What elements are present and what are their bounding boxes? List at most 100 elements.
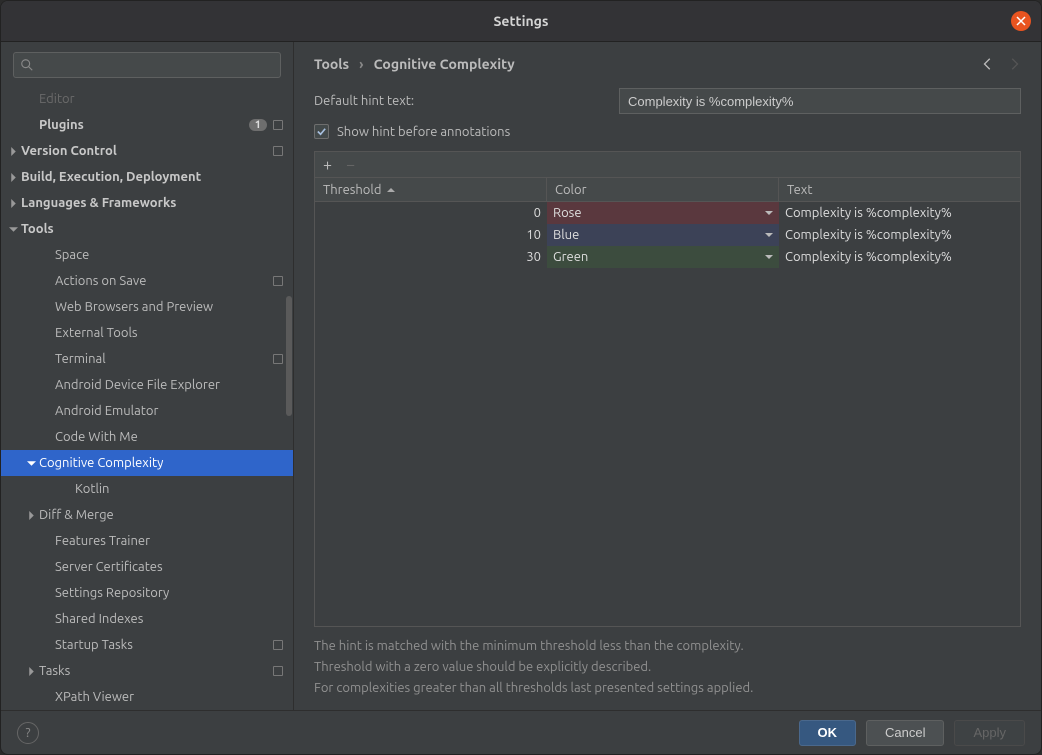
chevron-right-icon: › bbox=[359, 56, 363, 72]
sidebar-item-cognitive-complexity[interactable]: Cognitive Complexity bbox=[1, 450, 293, 476]
sidebar-item-tools[interactable]: Tools bbox=[1, 216, 293, 242]
sidebar-item-code-with-me[interactable]: Code With Me bbox=[1, 424, 293, 450]
color-cell[interactable]: Green bbox=[547, 246, 779, 268]
config-scope-icon bbox=[273, 354, 283, 364]
sidebar-item-label: Space bbox=[55, 248, 283, 262]
text-cell[interactable]: Complexity is %complexity% bbox=[779, 224, 1020, 246]
default-hint-input[interactable] bbox=[619, 88, 1021, 114]
sidebar-item-label: Server Certificates bbox=[55, 560, 283, 574]
sidebar-item-terminal[interactable]: Terminal bbox=[1, 346, 293, 372]
show-hint-checkbox[interactable] bbox=[314, 124, 329, 139]
sidebar-item-android-emulator[interactable]: Android Emulator bbox=[1, 398, 293, 424]
sidebar-item-label: Editor bbox=[39, 92, 283, 106]
sidebar-item-label: Languages & Frameworks bbox=[21, 196, 283, 210]
sidebar-item-build-execution-deployment[interactable]: Build, Execution, Deployment bbox=[1, 164, 293, 190]
expand-icon[interactable] bbox=[23, 667, 39, 676]
settings-tree[interactable]: Editor Plugins1 Version Control Build, Exec… bbox=[1, 86, 293, 710]
show-hint-label[interactable]: Show hint before annotations bbox=[337, 125, 510, 139]
sidebar-item-actions-on-save[interactable]: Actions on Save bbox=[1, 268, 293, 294]
text-header[interactable]: Text bbox=[779, 178, 1020, 201]
sidebar-item-external-tools[interactable]: External Tools bbox=[1, 320, 293, 346]
add-button[interactable]: + bbox=[323, 157, 332, 173]
color-header[interactable]: Color bbox=[547, 178, 779, 201]
close-button[interactable] bbox=[1011, 11, 1031, 31]
nav-back-icon[interactable] bbox=[981, 57, 995, 71]
sidebar-item-label: Tools bbox=[21, 222, 283, 236]
sidebar-item-label: Cognitive Complexity bbox=[39, 456, 283, 470]
breadcrumb-parent[interactable]: Tools bbox=[314, 56, 349, 72]
threshold-header[interactable]: Threshold bbox=[315, 178, 547, 201]
table-body: 0RoseComplexity is %complexity%10BlueCom… bbox=[315, 202, 1020, 626]
sidebar-item-label: Diff & Merge bbox=[39, 508, 283, 522]
apply-button[interactable]: Apply bbox=[954, 720, 1025, 746]
sidebar-item-label: Android Device File Explorer bbox=[55, 378, 283, 392]
search-input[interactable] bbox=[13, 52, 281, 78]
check-icon bbox=[316, 126, 327, 137]
expand-icon[interactable] bbox=[5, 147, 21, 156]
sidebar-item-space[interactable]: Space bbox=[1, 242, 293, 268]
thresholds-table: + − Threshold Color Text 0RoseComplexity… bbox=[314, 151, 1021, 627]
sidebar-item-kotlin[interactable]: Kotlin bbox=[1, 476, 293, 502]
sidebar-item-label: XPath Viewer bbox=[55, 690, 283, 704]
sidebar-item-tasks[interactable]: Tasks bbox=[1, 658, 293, 684]
expand-icon[interactable] bbox=[23, 459, 39, 468]
text-cell[interactable]: Complexity is %complexity% bbox=[779, 246, 1020, 268]
help-text: The hint is matched with the minimum thr… bbox=[314, 637, 1021, 700]
sidebar-item-version-control[interactable]: Version Control bbox=[1, 138, 293, 164]
color-cell[interactable]: Rose bbox=[547, 202, 779, 224]
expand-icon[interactable] bbox=[5, 199, 21, 208]
sidebar-item-features-trainer[interactable]: Features Trainer bbox=[1, 528, 293, 554]
sidebar-item-languages-frameworks[interactable]: Languages & Frameworks bbox=[1, 190, 293, 216]
chevron-down-icon bbox=[765, 206, 773, 220]
remove-button[interactable]: − bbox=[346, 157, 355, 173]
expand-icon[interactable] bbox=[5, 173, 21, 182]
close-icon bbox=[1016, 16, 1026, 26]
text-cell[interactable]: Complexity is %complexity% bbox=[779, 202, 1020, 224]
cancel-button[interactable]: Cancel bbox=[866, 720, 944, 746]
table-row[interactable]: 30GreenComplexity is %complexity% bbox=[315, 246, 1020, 268]
nav-forward-icon bbox=[1007, 57, 1021, 71]
sidebar-item-label: Actions on Save bbox=[55, 274, 273, 288]
config-scope-icon bbox=[273, 640, 283, 650]
sidebar-item-label: Version Control bbox=[21, 144, 273, 158]
sidebar-item-label: Android Emulator bbox=[55, 404, 283, 418]
color-cell[interactable]: Blue bbox=[547, 224, 779, 246]
sidebar: Editor Plugins1 Version Control Build, Exec… bbox=[1, 42, 294, 710]
sidebar-item-label: Tasks bbox=[39, 664, 273, 678]
sidebar-item-android-device-file-explorer[interactable]: Android Device File Explorer bbox=[1, 372, 293, 398]
sidebar-item-editor[interactable]: Editor bbox=[1, 86, 293, 112]
sidebar-item-label: Kotlin bbox=[75, 482, 283, 496]
sidebar-item-label: Plugins bbox=[39, 118, 249, 132]
ok-button[interactable]: OK bbox=[799, 720, 857, 746]
scrollbar[interactable] bbox=[286, 296, 292, 416]
breadcrumb: Tools › Cognitive Complexity bbox=[314, 56, 1021, 72]
sidebar-item-server-certificates[interactable]: Server Certificates bbox=[1, 554, 293, 580]
content-area: Editor Plugins1 Version Control Build, Exec… bbox=[1, 41, 1041, 710]
settings-window: Settings Editor Plugins1 Version Control Bu… bbox=[0, 0, 1042, 755]
titlebar: Settings bbox=[1, 1, 1041, 41]
sidebar-item-plugins[interactable]: Plugins1 bbox=[1, 112, 293, 138]
config-scope-icon bbox=[273, 276, 283, 286]
sidebar-item-shared-indexes[interactable]: Shared Indexes bbox=[1, 606, 293, 632]
chevron-down-icon bbox=[765, 250, 773, 264]
table-row[interactable]: 0RoseComplexity is %complexity% bbox=[315, 202, 1020, 224]
expand-icon[interactable] bbox=[23, 511, 39, 520]
default-hint-label: Default hint text: bbox=[314, 94, 619, 108]
sidebar-item-settings-repository[interactable]: Settings Repository bbox=[1, 580, 293, 606]
threshold-cell[interactable]: 0 bbox=[315, 202, 547, 224]
table-row[interactable]: 10BlueComplexity is %complexity% bbox=[315, 224, 1020, 246]
sidebar-item-label: Features Trainer bbox=[55, 534, 283, 548]
sidebar-item-startup-tasks[interactable]: Startup Tasks bbox=[1, 632, 293, 658]
expand-icon[interactable] bbox=[5, 225, 21, 234]
threshold-cell[interactable]: 30 bbox=[315, 246, 547, 268]
sidebar-item-label: Shared Indexes bbox=[55, 612, 283, 626]
config-scope-icon bbox=[273, 146, 283, 156]
threshold-cell[interactable]: 10 bbox=[315, 224, 547, 246]
sidebar-item-xpath-viewer[interactable]: XPath Viewer bbox=[1, 684, 293, 710]
sidebar-item-web-browsers-and-preview[interactable]: Web Browsers and Preview bbox=[1, 294, 293, 320]
sidebar-item-label: Web Browsers and Preview bbox=[55, 300, 283, 314]
sidebar-item-label: Settings Repository bbox=[55, 586, 283, 600]
sidebar-item-diff-merge[interactable]: Diff & Merge bbox=[1, 502, 293, 528]
window-title: Settings bbox=[493, 13, 548, 29]
help-button[interactable]: ? bbox=[17, 722, 39, 744]
